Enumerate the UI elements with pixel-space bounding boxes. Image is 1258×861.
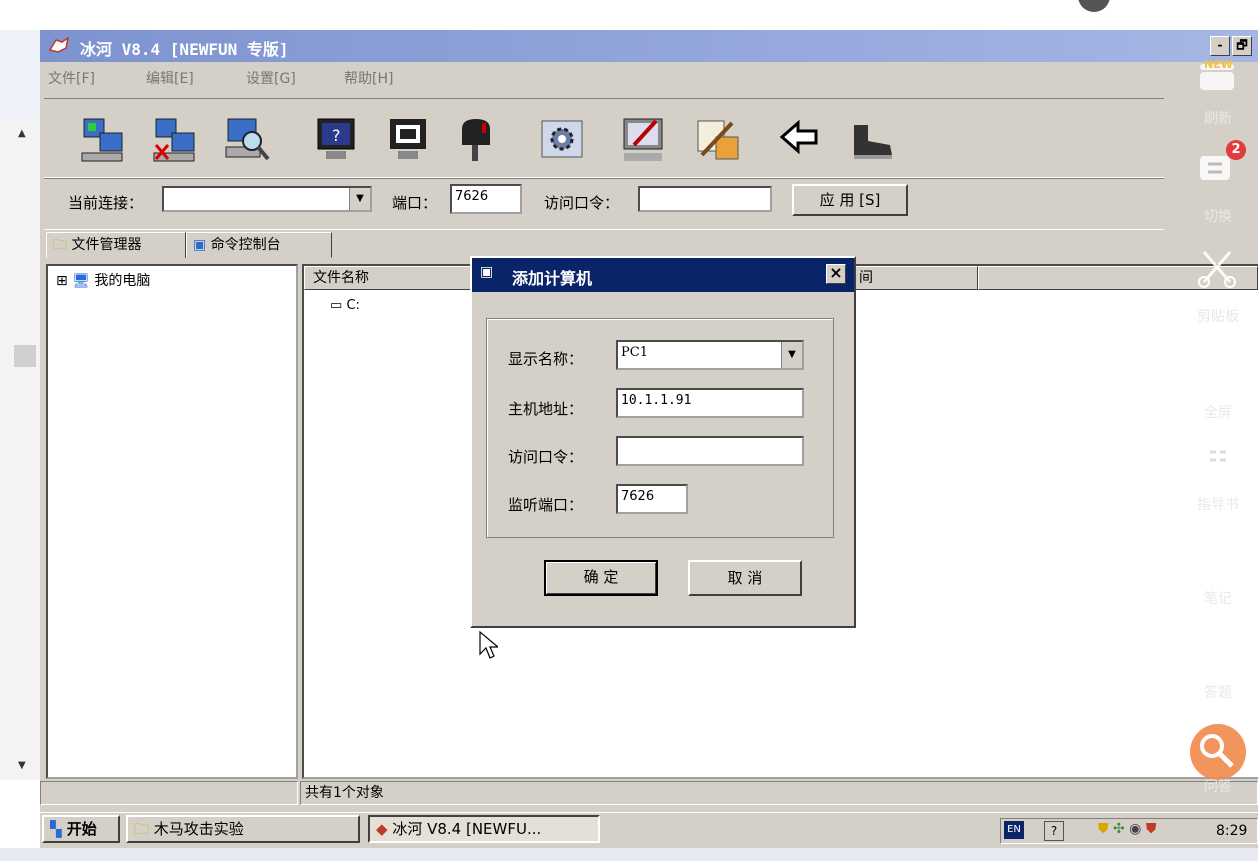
app-horse-icon xyxy=(48,36,70,61)
switch-label[interactable]: 切换 xyxy=(1190,206,1246,226)
display-name-label: 显示名称： xyxy=(508,350,584,368)
refresh-label[interactable]: 刷新 xyxy=(1190,108,1246,128)
display-name-select[interactable]: PC1 ▼ xyxy=(616,340,804,370)
search-computer-icon[interactable] xyxy=(222,115,272,165)
taskbar-item-trojan-lab[interactable]: 🗀 木马攻击实验 xyxy=(126,815,360,843)
scrollbar[interactable]: ▲ ▼ xyxy=(0,120,40,780)
tab-file-manager[interactable]: 🗀 文件管理器 xyxy=(46,232,186,258)
dialog-password-input[interactable] xyxy=(616,436,804,466)
dialog-password-label: 访问口令： xyxy=(508,448,584,466)
config-server-icon[interactable] xyxy=(620,115,670,165)
corner-circle-icon xyxy=(1078,0,1110,12)
tab-command-console[interactable]: ▣ 命令控制台 xyxy=(186,232,332,258)
window-title: 冰河 V8.4 [NEWFUN 专版] xyxy=(80,40,289,59)
port-input[interactable]: 7626 xyxy=(450,184,522,214)
capture-screen-icon[interactable] xyxy=(384,115,434,165)
qa-icon[interactable] xyxy=(1190,724,1246,780)
chevron-down-icon[interactable]: ▼ xyxy=(349,188,370,210)
bottom-band xyxy=(0,848,1258,861)
console-icon: ▣ xyxy=(193,237,207,253)
tree-item-my-computer[interactable]: ⊞ 🖥 我的电脑 xyxy=(56,270,150,290)
expand-icon[interactable]: ⊞ xyxy=(56,273,68,289)
computer-icon: 🖥 xyxy=(72,273,90,289)
fullscreen-label[interactable]: 全屏 xyxy=(1190,402,1246,422)
mailbox-icon[interactable] xyxy=(452,115,502,165)
list-item[interactable]: ▭ C: xyxy=(330,298,360,313)
add-computer-icon[interactable] xyxy=(78,115,128,165)
folder-tree[interactable] xyxy=(46,264,298,779)
scroll-down-arrow-icon[interactable]: ▼ xyxy=(18,760,26,771)
left-browser-panel xyxy=(0,30,40,120)
new-feature-icon[interactable]: NEW xyxy=(1196,58,1240,98)
apply-button[interactable]: 应 用 [S] xyxy=(792,184,908,216)
menu-settings[interactable]: 设置[G] xyxy=(246,68,296,88)
guide-book-label[interactable]: 指导书 xyxy=(1190,494,1246,514)
dialog-close-button[interactable]: × xyxy=(826,264,846,284)
ok-button[interactable]: 确 定 xyxy=(544,560,658,596)
restore-button[interactable]: 🗗 xyxy=(1232,36,1252,56)
security-alert-icon[interactable]: ⛊ xyxy=(1146,821,1157,837)
port-label: 端口： xyxy=(392,194,438,212)
scrollbar-thumb[interactable] xyxy=(14,345,36,367)
column-header-time[interactable]: 间 xyxy=(850,266,978,290)
listen-port-label: 监听端口： xyxy=(508,496,584,514)
clock: 8:29 xyxy=(1216,823,1248,839)
folder-icon: 🗀 xyxy=(134,820,150,838)
listen-port-input[interactable]: 7626 xyxy=(616,484,688,514)
menu-file[interactable]: 文件[F] xyxy=(48,68,95,88)
language-indicator[interactable]: EN xyxy=(1004,821,1024,839)
clipboard-label[interactable]: 剪贴板 xyxy=(1190,306,1246,326)
qa-label[interactable]: 问答 xyxy=(1190,776,1246,796)
access-password-input[interactable] xyxy=(638,186,772,212)
switch-icon[interactable]: 2 xyxy=(1196,140,1246,190)
fullscreen-icon[interactable] xyxy=(1196,342,1240,382)
current-connection-label: 当前连接： xyxy=(68,194,144,212)
host-address-label: 主机地址： xyxy=(508,400,584,418)
tools-icon[interactable] xyxy=(692,115,742,165)
cancel-button[interactable]: 取 消 xyxy=(688,560,802,596)
back-arrow-icon[interactable] xyxy=(776,115,826,165)
current-connection-select[interactable]: ▼ xyxy=(162,186,372,212)
minimize-button[interactable]: - xyxy=(1210,36,1230,56)
help-monitor-icon[interactable]: ? xyxy=(312,115,362,165)
tray-icons: ⛊ ✣ ◉ ⛊ xyxy=(1098,821,1208,841)
settings-icon[interactable] xyxy=(538,115,588,165)
toolbar xyxy=(44,98,1164,178)
svg-text:A: A xyxy=(1208,630,1221,651)
answer-label[interactable]: 答题 xyxy=(1190,682,1246,702)
drive-icon: ▭ xyxy=(330,298,343,313)
column-header-name[interactable]: 文件名称 xyxy=(304,266,474,290)
menu-help[interactable]: 帮助[H] xyxy=(344,68,393,88)
start-button[interactable]: ▚ 开始 xyxy=(42,815,120,843)
dialog-title: 添加计算机 xyxy=(512,269,593,288)
access-password-label: 访问口令： xyxy=(544,194,620,212)
scroll-up-arrow-icon[interactable]: ▲ xyxy=(18,128,26,139)
svg-text:?: ? xyxy=(332,126,341,145)
network-icon[interactable]: ✣ xyxy=(1113,821,1125,837)
exit-boot-icon[interactable] xyxy=(846,115,896,165)
dialog-computer-icon: ▣ xyxy=(480,264,494,280)
help-icon[interactable]: ? xyxy=(1044,821,1064,841)
status-object-count: 共有1个对象 xyxy=(300,781,1258,805)
app-horse-icon: ◆ xyxy=(376,820,388,838)
pencil-icon[interactable] xyxy=(1196,534,1240,574)
folder-icon: 🗀 xyxy=(53,237,67,253)
antivirus-icon[interactable]: ◉ xyxy=(1129,821,1141,837)
notification-badge: 2 xyxy=(1226,140,1246,160)
menu-edit[interactable]: 编辑[E] xyxy=(146,68,194,88)
shield-icon[interactable]: ⛊ xyxy=(1098,821,1109,837)
notes-label[interactable]: 笔记 xyxy=(1190,588,1246,608)
delete-computer-icon[interactable] xyxy=(150,115,200,165)
windows-flag-icon: ▚ xyxy=(50,820,62,838)
new-badge: NEW xyxy=(1204,58,1233,71)
status-left xyxy=(40,781,298,805)
guide-book-icon[interactable] xyxy=(1196,440,1240,480)
taskbar-item-binghe[interactable]: ◆ 冰河 V8.4 [NEWFU... xyxy=(368,815,600,843)
chevron-down-icon[interactable]: ▼ xyxy=(781,342,802,368)
host-address-input[interactable]: 10.1.1.91 xyxy=(616,388,804,418)
answer-icon[interactable]: A xyxy=(1196,622,1240,662)
scissors-icon[interactable] xyxy=(1196,248,1240,288)
mouse-cursor-icon xyxy=(478,630,500,664)
